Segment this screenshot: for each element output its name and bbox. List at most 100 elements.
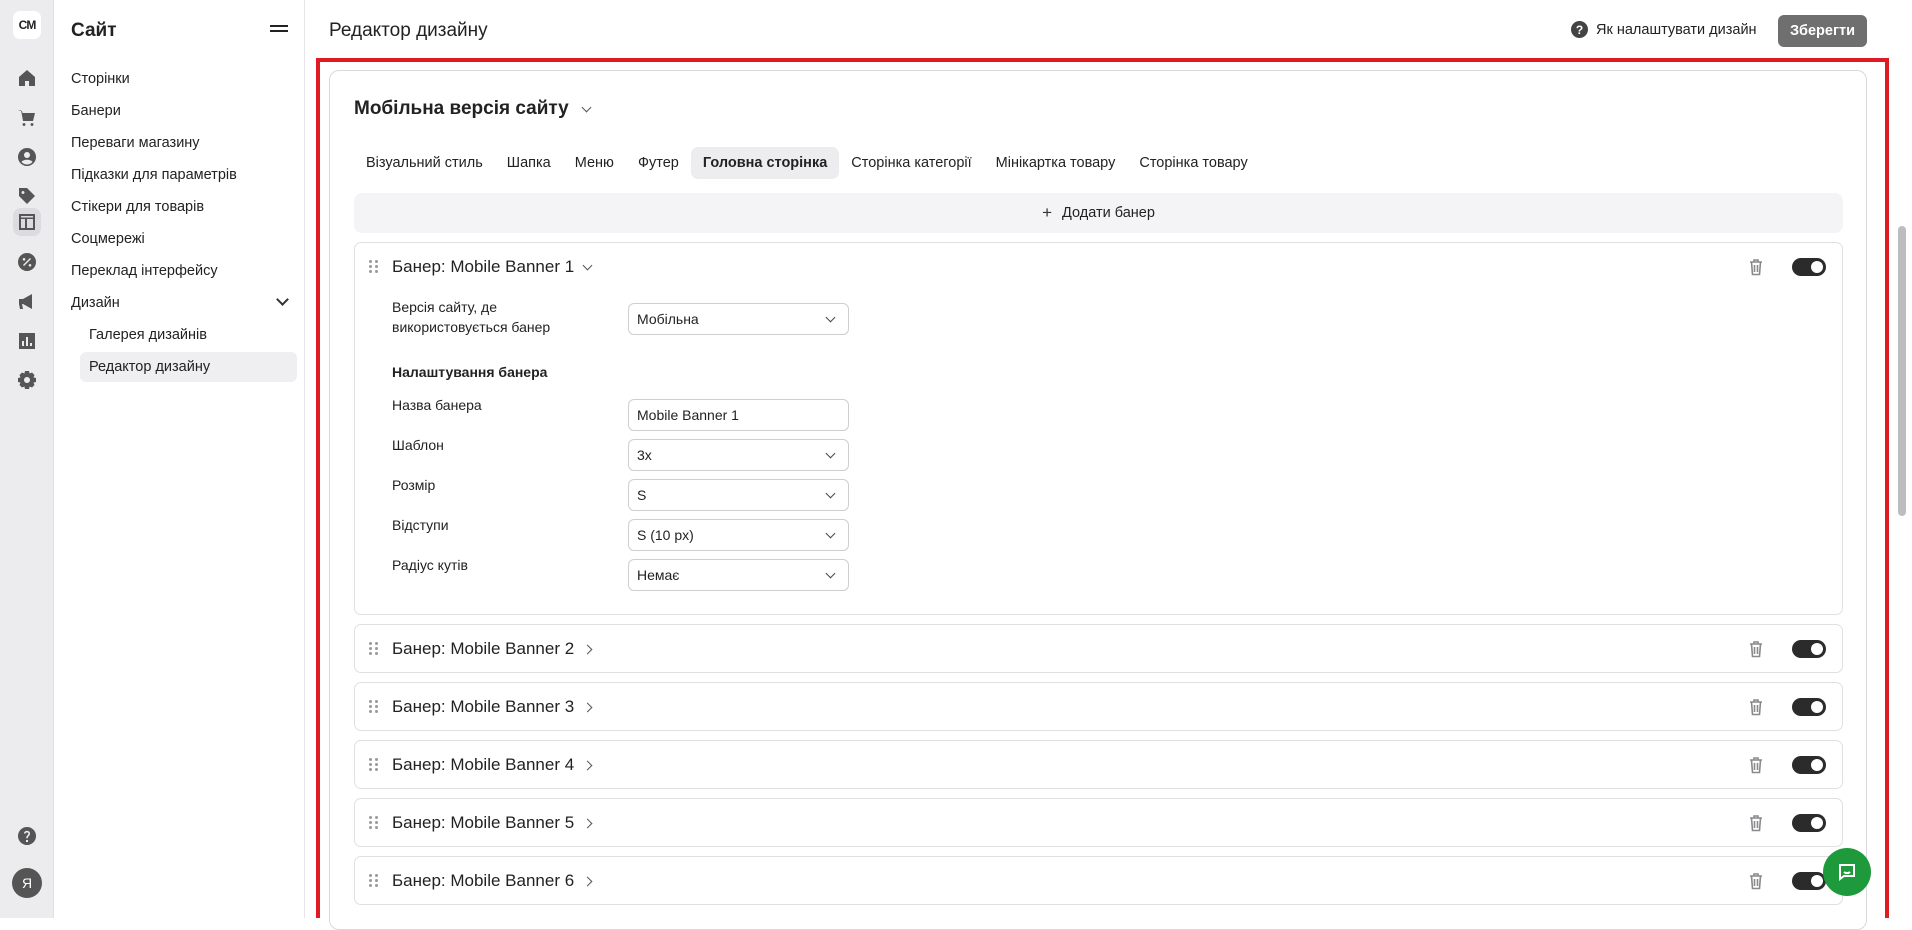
banner-enabled-toggle[interactable] [1792,814,1826,832]
tag-icon[interactable] [13,182,41,210]
chevron-right-icon [582,644,593,654]
add-banner-label: Додати банер [1062,205,1155,221]
banner-title[interactable]: Банер: Mobile Banner 3 [392,697,593,717]
banner-title-label: Банер: Mobile Banner 1 [392,257,575,276]
corner-radius-select[interactable]: Немає [628,559,849,591]
layout-icon[interactable] [13,208,41,236]
tab-footer[interactable]: Футер [626,147,691,179]
banner-header[interactable]: Банер: Mobile Banner 1 [355,243,1842,291]
scrollbar[interactable] [1898,226,1906,516]
trash-icon[interactable] [1748,640,1764,658]
banner-title[interactable]: Банер: Mobile Banner 4 [392,755,593,775]
drag-handle-icon[interactable] [369,700,378,714]
banner-enabled-toggle[interactable] [1792,640,1826,658]
sidebar-item-banners[interactable]: Банери [71,96,297,126]
banner-name-input[interactable]: Mobile Banner 1 [628,399,849,431]
banner-enabled-toggle[interactable] [1792,258,1826,276]
sidebar-item-social[interactable]: Соцмережі [71,224,297,254]
cart-icon[interactable] [13,104,41,132]
chevron-down-icon [582,260,593,270]
top-bar: Редактор дизайну ? Як налаштувати дизайн… [305,0,1912,58]
sidebar-item-design-gallery[interactable]: Галерея дизайнів [80,320,297,350]
settings-icon[interactable] [13,366,41,394]
tab-product-page[interactable]: Сторінка товару [1127,147,1259,179]
logo[interactable]: CM [13,11,41,39]
banner-title[interactable]: Банер: Mobile Banner 1 [392,257,593,277]
tab-category-page[interactable]: Сторінка категорії [839,147,983,179]
add-banner-button[interactable]: + Додати банер [354,193,1843,233]
banner-enabled-toggle[interactable] [1792,698,1826,716]
banner-collapsed[interactable]: Банер: Mobile Banner 6 [354,856,1843,905]
size-select[interactable]: S [628,479,849,511]
banner-title[interactable]: Банер: Mobile Banner 6 [392,871,593,891]
collapse-sidebar-icon[interactable] [270,22,288,38]
banner-enabled-toggle[interactable] [1792,756,1826,774]
chevron-down-icon [276,293,289,306]
tab-header[interactable]: Шапка [495,147,563,179]
banner-collapsed[interactable]: Банер: Mobile Banner 4 [354,740,1843,789]
padding-select-value: S (10 px) [637,527,694,543]
home-icon[interactable] [13,64,41,92]
chat-button[interactable] [1823,848,1871,896]
site-version-dropdown[interactable]: Мобільна версія сайту [354,98,592,120]
chat-icon [1839,864,1855,881]
sidebar-item-design[interactable]: Дизайн [71,288,297,318]
corner-radius-select-value: Немає [637,567,680,583]
banner-settings-title: Налаштування банера [392,364,548,380]
banner-collapsed[interactable]: Банер: Mobile Banner 5 [354,798,1843,847]
trash-icon[interactable] [1748,872,1764,890]
tab-home-page[interactable]: Головна сторінка [690,147,840,179]
banner-collapsed[interactable]: Банер: Mobile Banner 2 [354,624,1843,673]
megaphone-icon[interactable] [13,288,41,316]
trash-icon[interactable] [1748,814,1764,832]
help-icon[interactable] [13,822,41,850]
banner-title-label: Банер: Mobile Banner 4 [392,755,575,774]
site-version-select[interactable]: Мобільна [628,303,849,335]
padding-select[interactable]: S (10 px) [628,519,849,551]
tab-product-minicard[interactable]: Мінікартка товару [984,147,1128,179]
drag-handle-icon[interactable] [369,816,378,830]
tab-visual-style[interactable]: Візуальний стиль [354,147,495,179]
sidebar-title: Сайт [71,20,117,41]
sidebar-item-hints[interactable]: Підказки для параметрів [71,160,297,190]
chevron-down-icon [825,528,836,539]
drag-handle-icon[interactable] [369,758,378,772]
avatar[interactable]: Я [12,868,42,898]
size-label: Розмір [392,477,436,493]
sidebar-item-design-editor[interactable]: Редактор дизайну [80,352,297,382]
template-label: Шаблон [392,437,444,453]
chevron-right-icon [582,760,593,770]
chevron-down-icon [825,488,836,499]
drag-handle-icon[interactable] [369,874,378,888]
help-link[interactable]: ? Як налаштувати дизайн [1571,21,1757,38]
drag-handle-icon[interactable] [369,260,378,274]
sidebar-item-stickers[interactable]: Стікери для товарів [71,192,297,222]
banner-title[interactable]: Банер: Mobile Banner 5 [392,813,593,833]
corner-radius-label: Радіус кутів [392,557,468,573]
banner-title-label: Банер: Mobile Banner 3 [392,697,575,716]
sidebar-item-pages[interactable]: Сторінки [71,64,297,94]
chart-icon[interactable] [13,327,41,355]
sidebar-item-translation[interactable]: Переклад інтерфейсу [71,256,297,286]
padding-label: Відступи [392,517,449,533]
template-select[interactable]: 3x [628,439,849,471]
banner-title[interactable]: Банер: Mobile Banner 2 [392,639,593,659]
banner-enabled-toggle[interactable] [1792,872,1826,890]
question-icon: ? [1571,21,1588,38]
save-button[interactable]: Зберегти [1778,15,1867,47]
banner-expanded: Банер: Mobile Banner 1 Версія сайту, де … [354,242,1843,615]
user-icon[interactable] [13,143,41,171]
banner-collapsed[interactable]: Банер: Mobile Banner 3 [354,682,1843,731]
drag-handle-icon[interactable] [369,642,378,656]
trash-icon[interactable] [1748,258,1764,276]
site-version-label: Мобільна версія сайту [354,98,569,119]
trash-icon[interactable] [1748,756,1764,774]
sidebar-item-advantages[interactable]: Переваги магазину [71,128,297,158]
trash-icon[interactable] [1748,698,1764,716]
percent-icon[interactable] [13,248,41,276]
tab-menu[interactable]: Меню [563,147,626,179]
plus-icon: + [1042,203,1053,222]
chevron-down-icon [825,312,836,323]
design-editor-panel: Мобільна версія сайту Візуальний стиль Ш… [329,70,1867,930]
icon-rail: CM Я [0,0,54,918]
